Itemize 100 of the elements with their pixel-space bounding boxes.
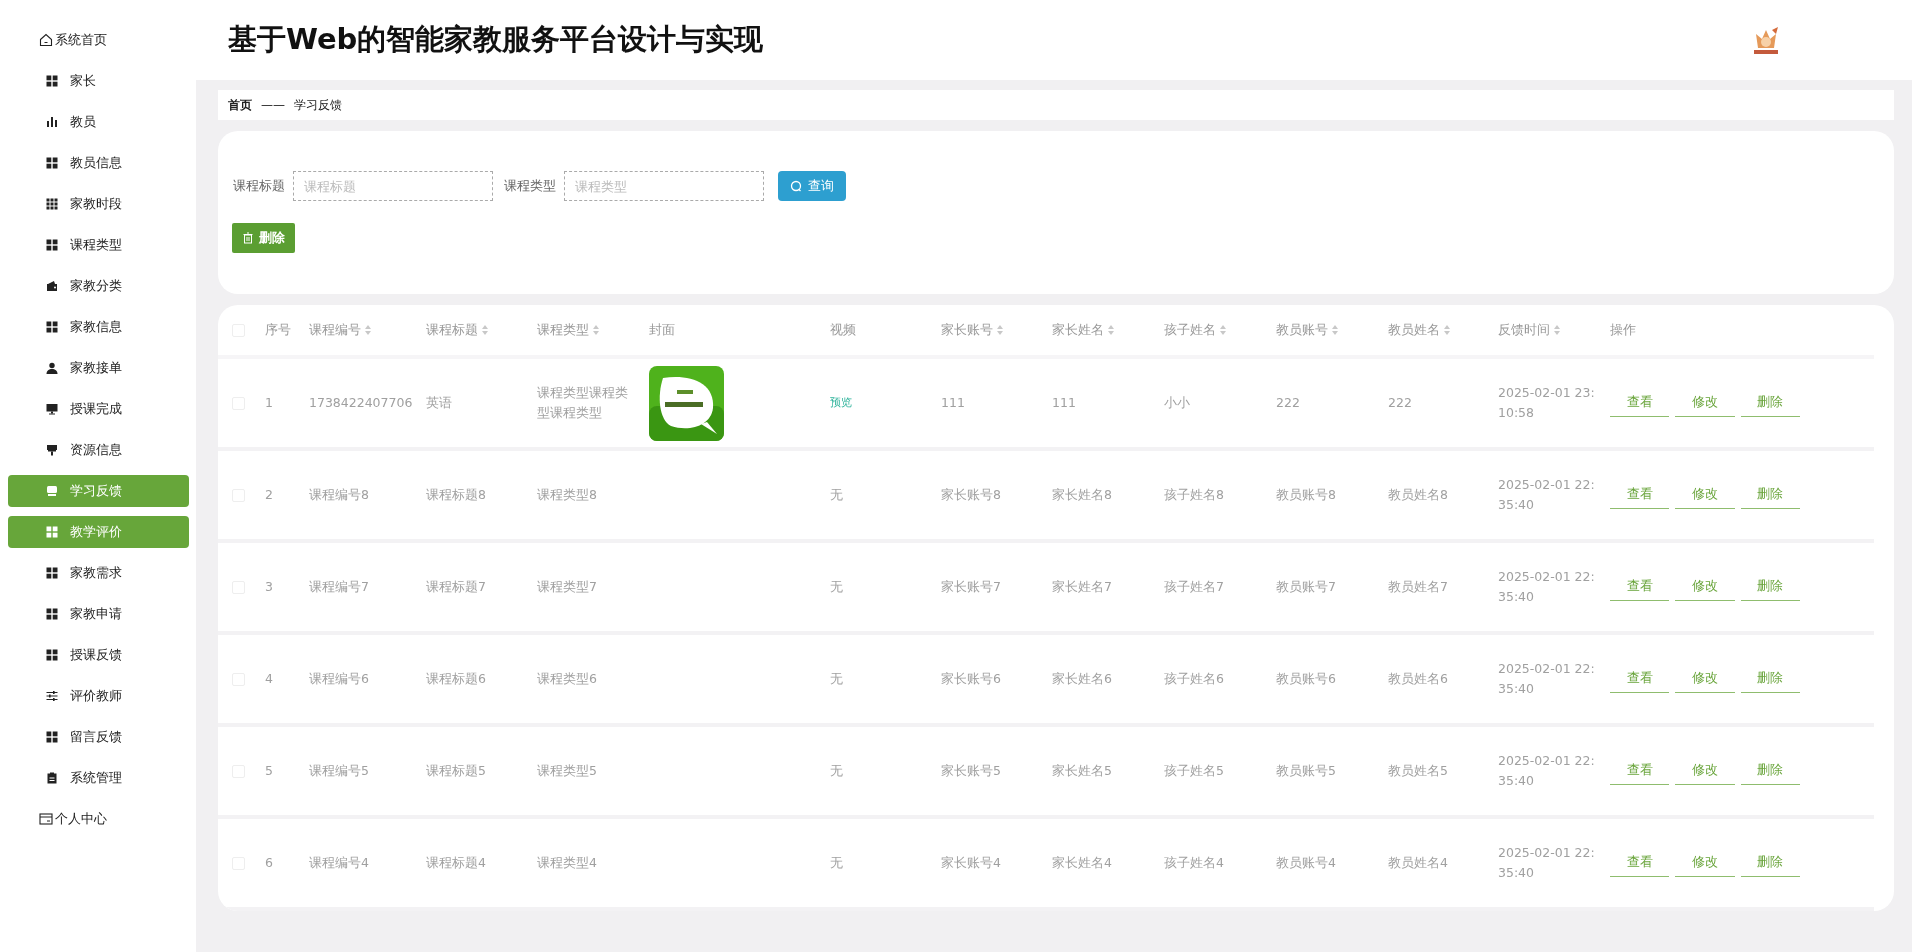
table-cell-text: 教员账号6 bbox=[1276, 670, 1336, 688]
sidebar-item[interactable]: 教员信息 bbox=[8, 147, 189, 179]
table-cell-text: 教员姓名6 bbox=[1388, 670, 1448, 688]
sort-icon[interactable] bbox=[1444, 325, 1450, 335]
table-cell-text: 课程编号7 bbox=[309, 578, 369, 596]
action-button[interactable]: 修改 bbox=[1675, 849, 1735, 877]
action-button[interactable]: 删除 bbox=[1740, 849, 1800, 877]
grid-icon bbox=[46, 649, 58, 661]
column-header: 课程编号 bbox=[309, 321, 361, 339]
table-cell-text: 课程类型7 bbox=[537, 578, 597, 596]
table-cell-text: 家长账号4 bbox=[941, 854, 1001, 872]
sort-icon[interactable] bbox=[1220, 325, 1226, 335]
action-button[interactable]: 查看 bbox=[1610, 849, 1670, 877]
sidebar-item[interactable]: 个人中心 bbox=[8, 803, 189, 835]
action-button[interactable]: 修改 bbox=[1675, 481, 1735, 509]
search-field[interactable]: 课程标题 bbox=[293, 171, 493, 201]
table-cell-text: 课程类型6 bbox=[537, 670, 597, 688]
monitor-icon bbox=[46, 403, 58, 415]
table-cell-text: 课程标题4 bbox=[426, 854, 486, 872]
grid-icon bbox=[46, 526, 58, 538]
table-cell-text: 课程标题6 bbox=[426, 670, 486, 688]
sidebar-item[interactable]: 系统管理 bbox=[8, 762, 189, 794]
action-button[interactable]: 删除 bbox=[1740, 573, 1800, 601]
breadcrumb-separator: —— bbox=[261, 98, 285, 112]
sort-icon[interactable] bbox=[1332, 325, 1338, 335]
action-button[interactable]: 删除 bbox=[1740, 389, 1800, 417]
sidebar-item[interactable]: 课程类型 bbox=[8, 229, 189, 261]
column-header: 课程标题 bbox=[426, 321, 478, 339]
sort-icon[interactable] bbox=[997, 325, 1003, 335]
table-cell-text: 无 bbox=[830, 578, 843, 596]
action-button[interactable]: 查看 bbox=[1610, 481, 1670, 509]
table-cell-text: 家长账号5 bbox=[941, 762, 1001, 780]
table-cell-text: 222 bbox=[1276, 394, 1300, 412]
sidebar-item[interactable]: 留言反馈 bbox=[8, 721, 189, 753]
action-button[interactable]: 查看 bbox=[1610, 573, 1670, 601]
table-cell-text: 家长姓名7 bbox=[1052, 578, 1112, 596]
action-button[interactable]: 查看 bbox=[1610, 389, 1670, 417]
table-cell-text: 无 bbox=[830, 486, 843, 504]
wallet-icon bbox=[46, 280, 58, 292]
sort-icon[interactable] bbox=[482, 325, 488, 335]
sidebar-item[interactable]: 教学评价 bbox=[8, 516, 189, 548]
column-header: 序号 bbox=[265, 321, 291, 339]
action-button[interactable]: 修改 bbox=[1675, 665, 1735, 693]
action-button[interactable]: 删除 bbox=[1740, 665, 1800, 693]
table-cell-text: 111 bbox=[941, 394, 965, 412]
column-header: 课程类型 bbox=[537, 321, 589, 339]
search-field[interactable]: 课程类型 bbox=[564, 171, 764, 201]
sidebar-item[interactable]: 授课反馈 bbox=[8, 639, 189, 671]
sidebar-item[interactable]: 家教接单 bbox=[8, 352, 189, 384]
table-cell-text: 课程标题5 bbox=[426, 762, 486, 780]
table-cell-text: 4 bbox=[265, 670, 273, 688]
sort-icon[interactable] bbox=[1554, 325, 1560, 335]
sort-icon[interactable] bbox=[593, 325, 599, 335]
sidebar-item[interactable]: 授课完成 bbox=[8, 393, 189, 425]
sidebar-item[interactable]: 家教申请 bbox=[8, 598, 189, 630]
sort-icon[interactable] bbox=[1108, 325, 1114, 335]
action-button[interactable]: 查看 bbox=[1610, 665, 1670, 693]
delete-button[interactable]: 删除 bbox=[232, 223, 295, 253]
table-cell-text: 家长账号6 bbox=[941, 670, 1001, 688]
sidebar-item[interactable]: 教员 bbox=[8, 106, 189, 138]
grid-icon bbox=[46, 157, 58, 169]
grid-icon bbox=[46, 731, 58, 743]
table-cell-text: 无 bbox=[830, 854, 843, 872]
action-button[interactable]: 修改 bbox=[1675, 757, 1735, 785]
table-cell-text: 教员姓名7 bbox=[1388, 578, 1448, 596]
sidebar-item[interactable]: 家教时段 bbox=[8, 188, 189, 220]
column-header: 家长账号 bbox=[941, 321, 993, 339]
table-cell-text: 3 bbox=[265, 578, 273, 596]
table-cell-text: 教员账号7 bbox=[1276, 578, 1336, 596]
breadcrumb-home[interactable]: 首页 bbox=[228, 96, 252, 114]
sidebar-item[interactable]: 资源信息 bbox=[8, 434, 189, 466]
action-button[interactable]: 查看 bbox=[1610, 757, 1670, 785]
column-header: 反馈时间 bbox=[1498, 321, 1550, 339]
table-cell-text: 课程编号8 bbox=[309, 486, 369, 504]
table-cell-text: 1738422407706 bbox=[309, 394, 413, 412]
table-cell-text: 课程编号4 bbox=[309, 854, 369, 872]
sidebar-item[interactable]: 系统首页 bbox=[8, 24, 189, 56]
sidebar-item[interactable]: 学习反馈 bbox=[8, 475, 189, 507]
breadcrumb-current: 学习反馈 bbox=[294, 96, 342, 114]
action-button[interactable]: 删除 bbox=[1740, 481, 1800, 509]
sidebar-item[interactable]: 家教信息 bbox=[8, 311, 189, 343]
table-cell-text: 1 bbox=[265, 394, 273, 412]
sidebar-item[interactable]: 家长 bbox=[8, 65, 189, 97]
table-cell-text: 家长账号8 bbox=[941, 486, 1001, 504]
sort-icon[interactable] bbox=[365, 325, 371, 335]
table-cell-text: 孩子姓名7 bbox=[1164, 578, 1224, 596]
sidebar-item[interactable]: 家教需求 bbox=[8, 557, 189, 589]
table-cell-text: 家长姓名5 bbox=[1052, 762, 1112, 780]
sidebar-item[interactable]: 评价教师 bbox=[8, 680, 189, 712]
column-header: 封面 bbox=[649, 321, 675, 339]
sidebar-item[interactable]: 家教分类 bbox=[8, 270, 189, 302]
column-header: 视频 bbox=[830, 321, 856, 339]
action-button[interactable]: 修改 bbox=[1675, 573, 1735, 601]
field-label: 课程类型 bbox=[504, 177, 556, 195]
action-button[interactable]: 修改 bbox=[1675, 389, 1735, 417]
column-header: 孩子姓名 bbox=[1164, 321, 1216, 339]
query-button[interactable]: 查询 bbox=[778, 171, 846, 201]
preview-link[interactable]: 预览 bbox=[830, 394, 852, 412]
table-cell-text: 教员账号5 bbox=[1276, 762, 1336, 780]
action-button[interactable]: 删除 bbox=[1740, 757, 1800, 785]
